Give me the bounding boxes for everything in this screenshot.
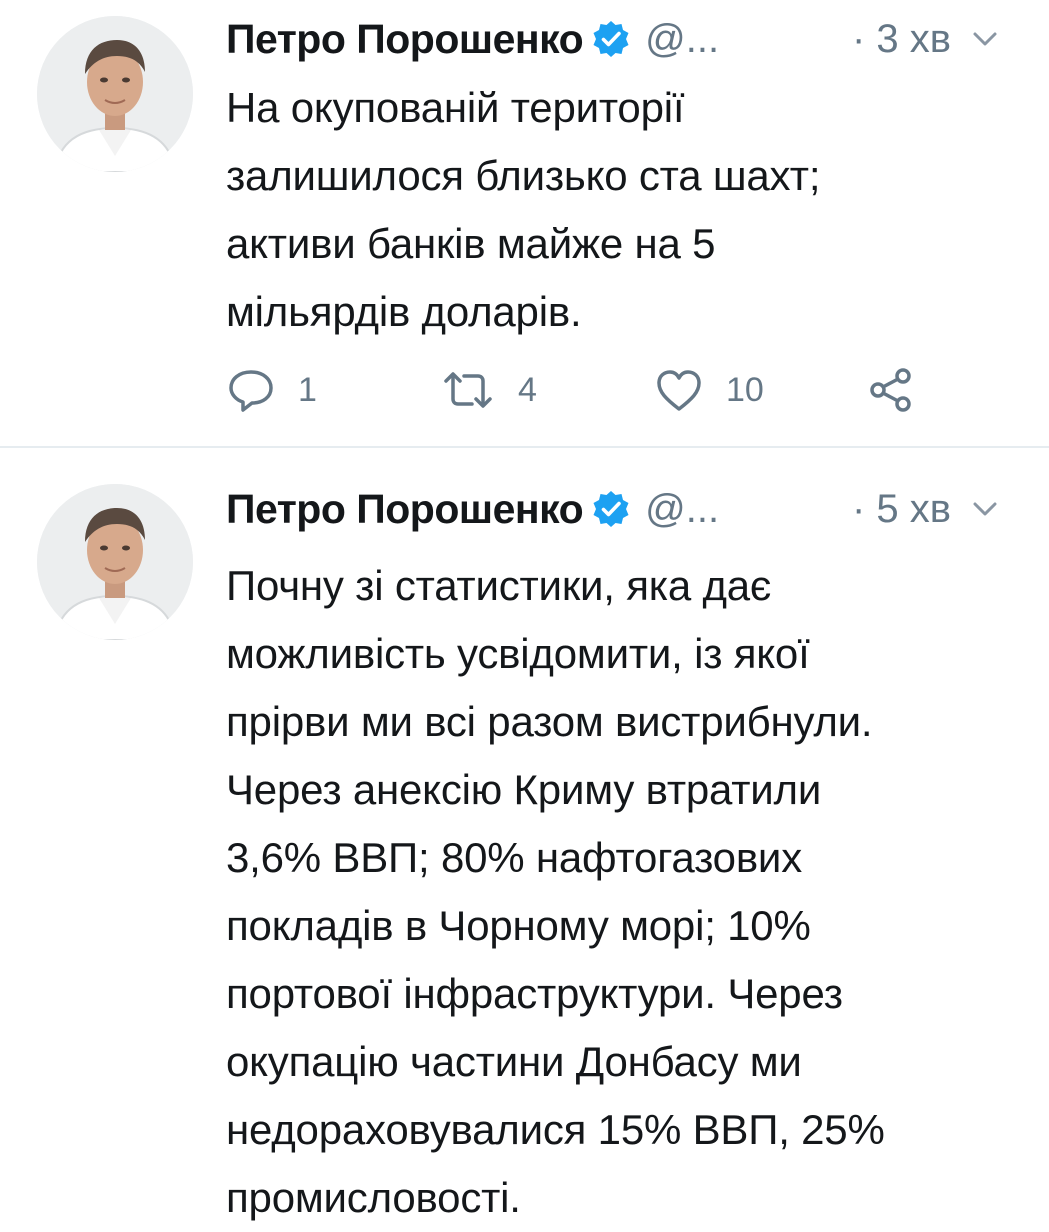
avatar-photo: [37, 16, 193, 172]
verified-badge-icon: [591, 489, 631, 529]
author-name[interactable]: Петро Порошенко: [226, 486, 584, 533]
reply-button[interactable]: 1: [226, 362, 317, 418]
avatar[interactable]: [37, 16, 193, 172]
like-count: 10: [726, 370, 764, 409]
chevron-down-icon[interactable]: [971, 28, 999, 50]
tweet[interactable]: Петро Порошенко @... · 3 хв На окуповані…: [0, 0, 1049, 446]
reply-count: 1: [298, 370, 317, 409]
retweet-count: 4: [518, 370, 537, 409]
like-button[interactable]: 10: [654, 362, 764, 418]
chevron-down-icon[interactable]: [971, 498, 999, 520]
tweet-header: Петро Порошенко @... · 5 хв: [226, 484, 1029, 534]
author-handle[interactable]: @...: [645, 17, 719, 62]
avatar[interactable]: [37, 484, 193, 640]
retweet-button[interactable]: 4: [440, 362, 537, 418]
timestamp[interactable]: · 3 хв: [852, 17, 951, 62]
tweet[interactable]: Петро Порошенко @... · 5 хв Почну зі ста…: [0, 448, 1049, 1221]
tweet-text: На окупованій території залишилося близь…: [226, 84, 821, 335]
tweet-text: Почну зі статистики, яка дає можливість …: [226, 562, 885, 1221]
tweet-header: Петро Порошенко @... · 3 хв: [226, 14, 1029, 64]
heart-icon: [654, 367, 704, 413]
reply-icon: [226, 367, 276, 413]
tweet-actions: 1 4 10: [226, 362, 926, 418]
avatar-photo: [37, 484, 193, 640]
retweet-icon: [440, 369, 496, 411]
verified-badge-icon: [591, 19, 631, 59]
timestamp[interactable]: · 5 хв: [852, 487, 951, 532]
author-name[interactable]: Петро Порошенко: [226, 16, 584, 63]
share-icon: [868, 367, 914, 413]
author-handle[interactable]: @...: [645, 487, 719, 532]
share-button[interactable]: [868, 362, 914, 418]
